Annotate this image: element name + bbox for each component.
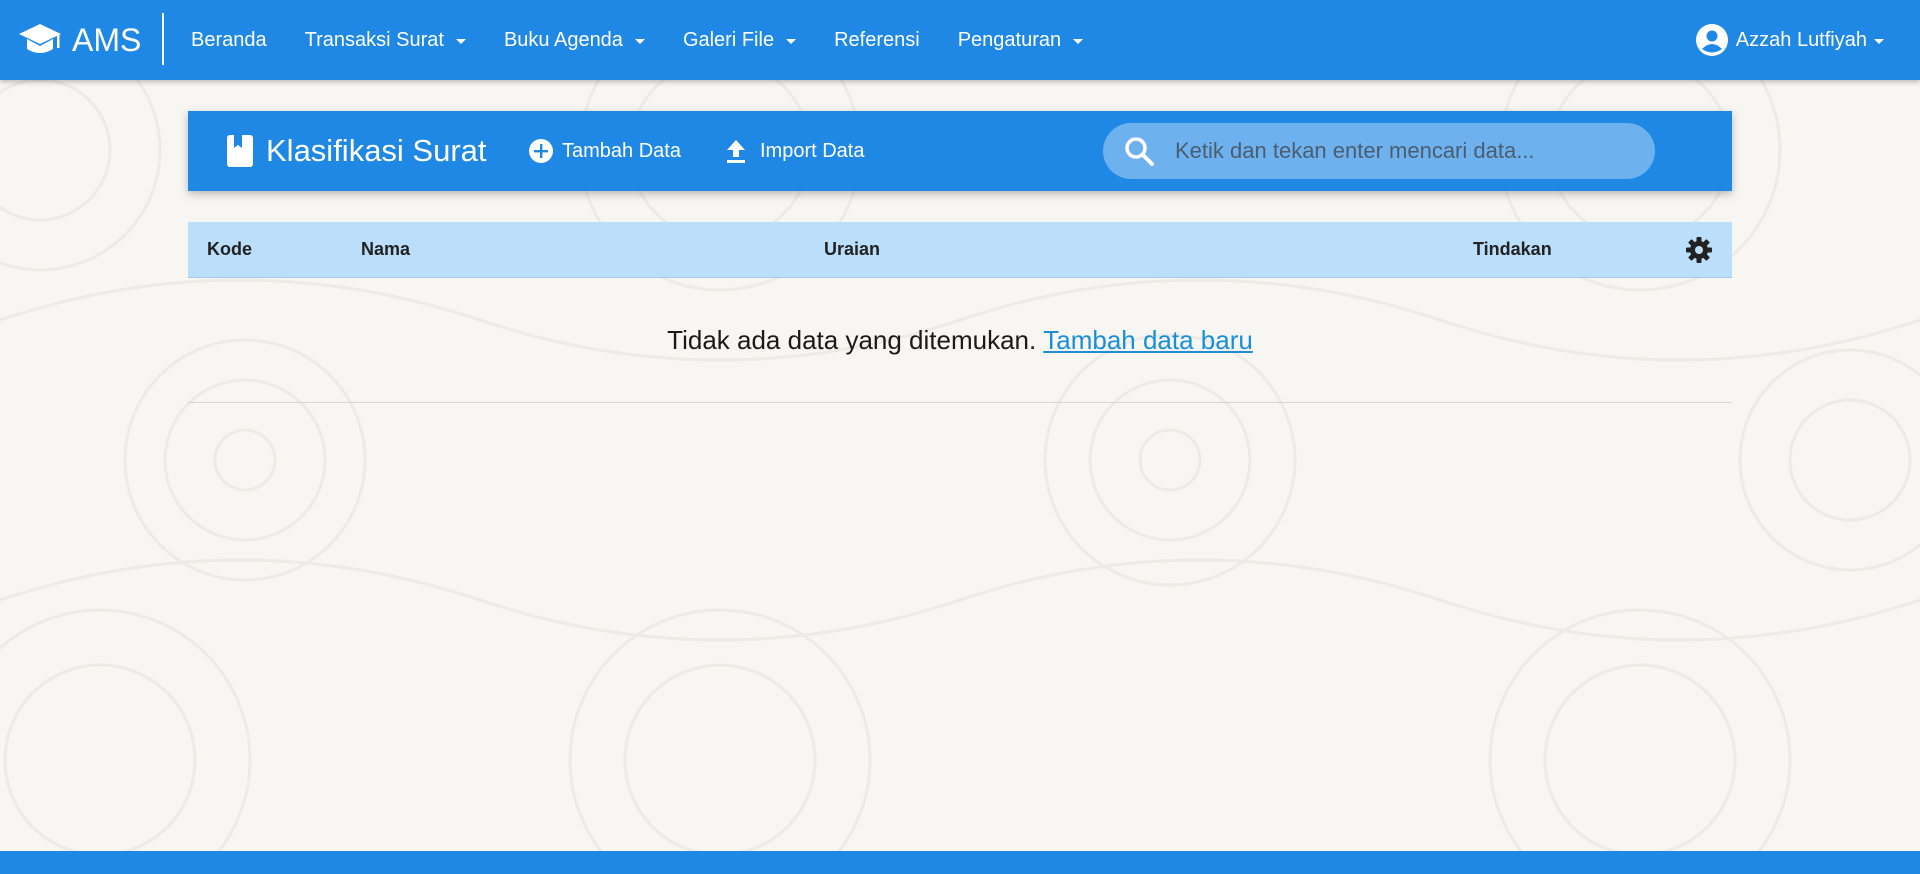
nav-item-label: Beranda	[191, 28, 267, 51]
nav-item-label: Transaksi Surat	[304, 28, 444, 51]
empty-state-row: Tidak ada data yang ditemukan. Tambah da…	[188, 278, 1732, 403]
book-icon	[226, 134, 254, 168]
user-name: Azzah Lutfiyah	[1735, 28, 1867, 51]
caret-down-icon	[1874, 38, 1884, 44]
nav-item-label: Buku Agenda	[503, 28, 623, 51]
top-navbar: AMS Beranda Transaksi Surat Buku Agenda …	[0, 0, 1920, 80]
nav-item-label: Referensi	[834, 28, 920, 51]
footer-bar	[0, 851, 1920, 874]
column-header-uraian: Uraian	[824, 239, 881, 259]
page-title-text: Klasifikasi Surat	[266, 133, 487, 168]
gear-icon[interactable]	[1685, 236, 1713, 269]
brand-link[interactable]: AMS	[18, 0, 141, 80]
column-header-nama: Nama	[361, 239, 411, 259]
import-data-label: Import Data	[760, 139, 865, 162]
user-menu[interactable]: Azzah Lutfiyah	[1695, 0, 1884, 80]
caret-down-icon	[455, 38, 466, 44]
account-circle-icon	[1695, 23, 1729, 57]
plus-circle-icon	[528, 138, 554, 164]
import-data-button[interactable]: Import Data	[724, 111, 864, 191]
nav-item-label: Pengaturan	[957, 28, 1062, 51]
add-data-button[interactable]: Tambah Data	[528, 111, 681, 191]
caret-down-icon	[786, 38, 797, 44]
main-nav: Beranda Transaksi Surat Buku Agenda Gale…	[172, 0, 1102, 80]
caret-down-icon	[1073, 38, 1084, 44]
caret-down-icon	[634, 38, 645, 44]
search-input[interactable]	[1173, 137, 1617, 165]
search-icon[interactable]	[1123, 135, 1155, 167]
nav-item-transaksi-surat[interactable]: Transaksi Surat	[286, 0, 485, 80]
page-header-card: Klasifikasi Surat Tambah Data Import Dat…	[188, 111, 1732, 191]
search-box	[1103, 123, 1655, 179]
nav-item-referensi[interactable]: Referensi	[815, 0, 939, 80]
empty-state-text: Tidak ada data yang ditemukan.	[667, 324, 1037, 355]
upload-icon	[724, 138, 748, 164]
column-header-tindakan: Tindakan	[1473, 239, 1552, 259]
nav-item-pengaturan[interactable]: Pengaturan	[939, 0, 1102, 80]
nav-item-galeri-file[interactable]: Galeri File	[664, 0, 815, 80]
add-data-label: Tambah Data	[562, 139, 681, 162]
column-header-kode: Kode	[207, 239, 252, 259]
add-new-data-link[interactable]: Tambah data baru	[1043, 325, 1253, 356]
nav-item-label: Galeri File	[682, 28, 775, 51]
brand-divider	[162, 13, 164, 65]
page-title: Klasifikasi Surat	[226, 111, 487, 191]
nav-item-buku-agenda[interactable]: Buku Agenda	[485, 0, 664, 80]
graduation-cap-icon	[18, 20, 62, 60]
nav-item-beranda[interactable]: Beranda	[172, 0, 286, 80]
brand-name: AMS	[72, 21, 142, 58]
table-header: Kode Nama Uraian Tindakan	[188, 222, 1732, 278]
